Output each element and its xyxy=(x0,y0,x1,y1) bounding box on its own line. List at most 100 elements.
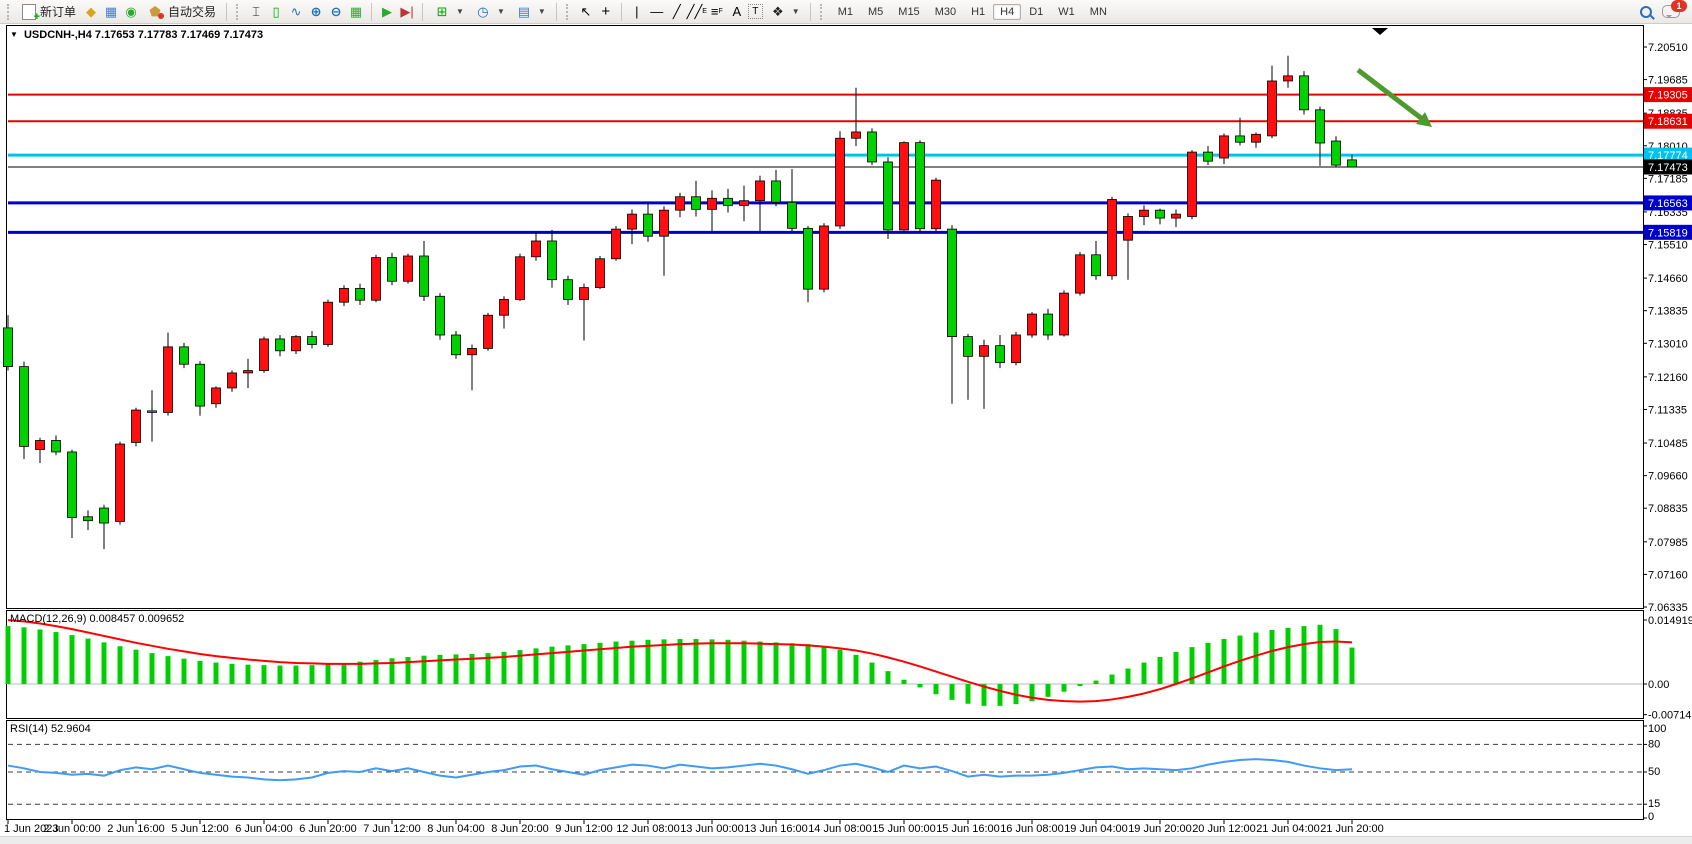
candle xyxy=(1204,152,1213,161)
toolbar-grip[interactable] xyxy=(236,4,242,20)
timeframe-h1[interactable]: H1 xyxy=(964,4,992,20)
chevron-down-icon: ▼ xyxy=(792,7,800,16)
chevron-down-icon: ▼ xyxy=(497,7,505,16)
chart-canvas[interactable]: 7.205107.196857.188357.180107.171857.163… xyxy=(0,0,1692,844)
auto-trading-button[interactable]: ⬟ 自动交易 xyxy=(142,2,220,21)
macd-histogram-bar xyxy=(262,665,267,684)
text-label-icon[interactable]: T xyxy=(748,4,763,19)
candle xyxy=(868,132,877,162)
macd-histogram-bar xyxy=(1302,626,1307,684)
candle xyxy=(628,214,637,229)
new-order-button[interactable]: + 新订单 xyxy=(18,2,80,21)
arrows-button[interactable]: ❖▼ xyxy=(765,2,804,21)
fibonacci-icon[interactable]: ≡F xyxy=(708,3,726,20)
macd-histogram-bar xyxy=(246,665,251,684)
timeframe-h4[interactable]: H4 xyxy=(993,4,1021,20)
macd-histogram-bar xyxy=(678,639,683,684)
chart-shift-icon[interactable]: ▶| xyxy=(398,3,416,20)
deposit-icon[interactable]: ◆ xyxy=(82,3,100,20)
candle xyxy=(420,256,429,296)
price-line-tag-label: 7.17473 xyxy=(1648,162,1688,174)
candle xyxy=(1284,76,1293,81)
rsi-axis-label: 0 xyxy=(1648,811,1654,823)
templates-button[interactable]: ▤▼ xyxy=(511,2,550,21)
vertical-line-icon[interactable]: | xyxy=(628,3,646,20)
tile-windows-icon[interactable]: ▦ xyxy=(347,3,365,20)
candle xyxy=(244,371,253,373)
candle xyxy=(884,162,893,230)
channel-icon[interactable]: ╱╱E xyxy=(688,3,706,20)
candlestick-chart-icon[interactable]: ▯ xyxy=(267,3,285,20)
macd-histogram-bar xyxy=(774,642,779,684)
toolbar-grip[interactable] xyxy=(566,4,572,20)
candle xyxy=(1108,199,1117,275)
candle xyxy=(1316,110,1325,143)
timeframe-m5[interactable]: M5 xyxy=(861,4,890,20)
trendline-icon[interactable]: ╱ xyxy=(668,3,686,20)
macd-histogram-bar xyxy=(1334,629,1339,684)
periods-button[interactable]: ◷▼ xyxy=(470,2,509,21)
trading-app-window: + 新订单 ◆ ▦ ◉ ⬟ 自动交易 ⌶ ▯ ∿ ⊕ ⊖ ▦ ▶ ▶| ⊞▼ ◷… xyxy=(0,0,1692,844)
candle xyxy=(20,367,29,447)
price-line-tag-label: 7.15819 xyxy=(1648,227,1688,239)
timeframe-m15[interactable]: M15 xyxy=(891,4,926,20)
candle xyxy=(596,259,605,288)
auto-scroll-icon[interactable]: ▶ xyxy=(378,3,396,20)
price-axis-label: 7.08835 xyxy=(1648,503,1688,515)
crosshair-icon[interactable]: + xyxy=(597,3,615,20)
price-axis-label: 7.20510 xyxy=(1648,42,1688,54)
candle xyxy=(196,364,205,406)
bar-chart-icon[interactable]: ⌶ xyxy=(247,3,265,20)
signal-icon[interactable]: ◉ xyxy=(122,3,140,20)
indicators-button[interactable]: ⊞▼ xyxy=(429,2,468,21)
candle xyxy=(468,348,477,354)
macd-histogram-bar xyxy=(38,630,43,684)
time-axis-label: 8 Jun 04:00 xyxy=(427,823,485,835)
macd-histogram-bar xyxy=(54,632,59,684)
candle xyxy=(1332,141,1341,165)
macd-histogram-bar xyxy=(806,644,811,684)
macd-histogram-bar xyxy=(230,664,235,684)
macd-histogram-bar xyxy=(1110,675,1115,684)
account-icon[interactable]: ▦ xyxy=(102,3,120,20)
macd-axis-label: 0.014919 xyxy=(1648,615,1692,627)
candle xyxy=(1076,255,1085,293)
cursor-icon[interactable]: ↖ xyxy=(577,3,595,20)
timeframe-m1[interactable]: M1 xyxy=(831,4,860,20)
macd-histogram-bar xyxy=(742,641,747,684)
candle xyxy=(500,299,509,315)
notifications-icon[interactable]: 1 xyxy=(1662,5,1680,18)
search-icon[interactable] xyxy=(1640,6,1652,18)
macd-histogram-bar xyxy=(294,666,299,684)
zoom-in-icon[interactable]: ⊕ xyxy=(307,3,325,20)
timeframe-mn[interactable]: MN xyxy=(1083,4,1114,20)
line-chart-icon[interactable]: ∿ xyxy=(287,3,305,20)
candle xyxy=(1252,134,1261,142)
candle xyxy=(1140,210,1149,216)
timeframe-d1[interactable]: D1 xyxy=(1022,4,1050,20)
candle xyxy=(916,143,925,229)
timeframe-m30[interactable]: M30 xyxy=(928,4,963,20)
macd-histogram-bar xyxy=(1142,663,1147,684)
time-axis-label: 19 Jun 20:00 xyxy=(1128,823,1192,835)
candle xyxy=(52,440,61,451)
macd-histogram-bar xyxy=(118,646,123,684)
horizontal-line-icon[interactable]: — xyxy=(648,3,666,20)
macd-histogram-bar xyxy=(694,639,699,684)
toolbar-grip[interactable] xyxy=(820,4,826,20)
price-line-tag-label: 7.16563 xyxy=(1648,198,1688,210)
time-axis-label: 16 Jun 08:00 xyxy=(1000,823,1064,835)
macd-histogram-bar xyxy=(950,684,955,700)
candle xyxy=(980,346,989,357)
macd-histogram-bar xyxy=(918,684,923,687)
symbol-dropdown-icon[interactable]: ▼ xyxy=(10,30,18,39)
text-icon[interactable]: A xyxy=(728,3,746,20)
macd-histogram-bar xyxy=(326,664,331,684)
macd-histogram-bar xyxy=(1222,639,1227,684)
time-axis-label: 7 Jun 12:00 xyxy=(363,823,421,835)
timeframe-w1[interactable]: W1 xyxy=(1051,4,1082,20)
macd-histogram-bar xyxy=(1270,630,1275,684)
zoom-out-icon[interactable]: ⊖ xyxy=(327,3,345,20)
toolbar-grip[interactable] xyxy=(7,4,13,20)
rsi-axis-label: 80 xyxy=(1648,738,1660,750)
